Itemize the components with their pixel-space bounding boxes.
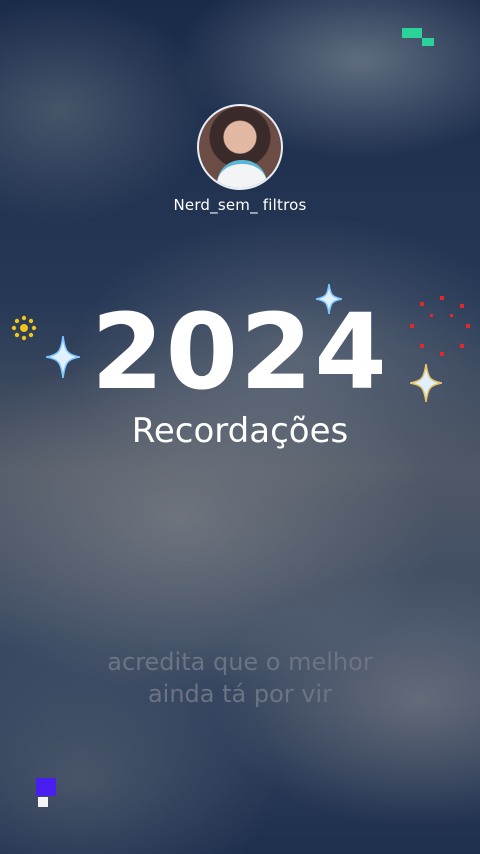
green-pixel-decoration [402,28,434,48]
purple-pixel-decoration [36,778,56,808]
year-title: 2024 [91,291,389,413]
profile-avatar[interactable] [197,104,283,190]
caption-line: ainda tá por vir [147,680,333,708]
caption-text: acredita que o melhor ainda tá por vir [0,646,480,710]
caption-line: acredita que o melhor [107,648,373,676]
avatar-figure [217,160,267,188]
profile-username[interactable]: Nerd_sem_ filtros [0,196,480,214]
memories-subtitle: Recordações [131,411,349,451]
